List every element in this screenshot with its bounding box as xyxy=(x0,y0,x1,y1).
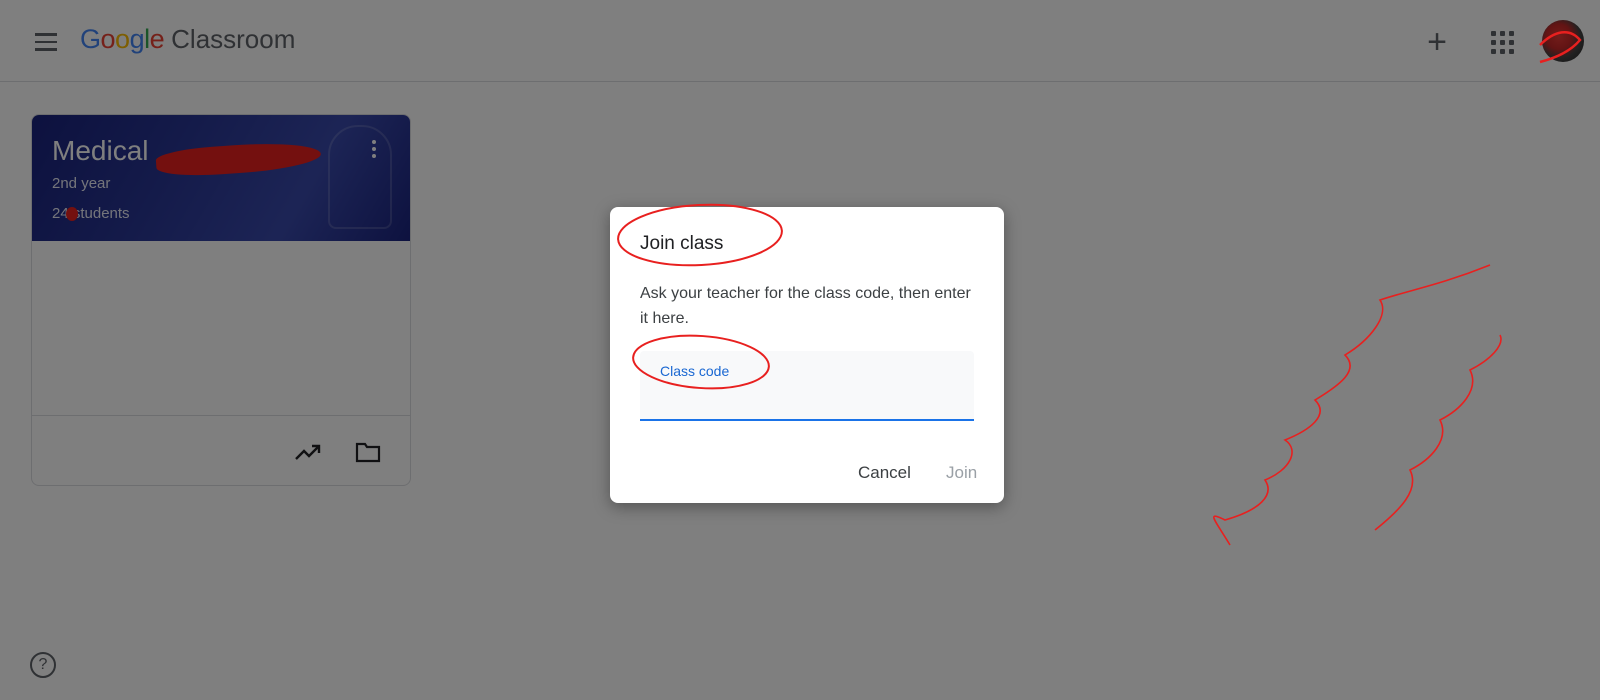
class-code-label: Class code xyxy=(660,363,730,379)
dialog-title: Join class xyxy=(640,233,724,254)
dialog-description: Ask your teacher for the class code, the… xyxy=(640,285,971,327)
join-class-dialog: Join class Ask your teacher for the clas… xyxy=(610,207,1004,503)
join-button[interactable]: Join xyxy=(946,457,977,489)
cancel-button[interactable]: Cancel xyxy=(858,457,911,489)
class-code-field[interactable]: Class code xyxy=(640,351,974,421)
class-code-input[interactable] xyxy=(660,385,960,411)
